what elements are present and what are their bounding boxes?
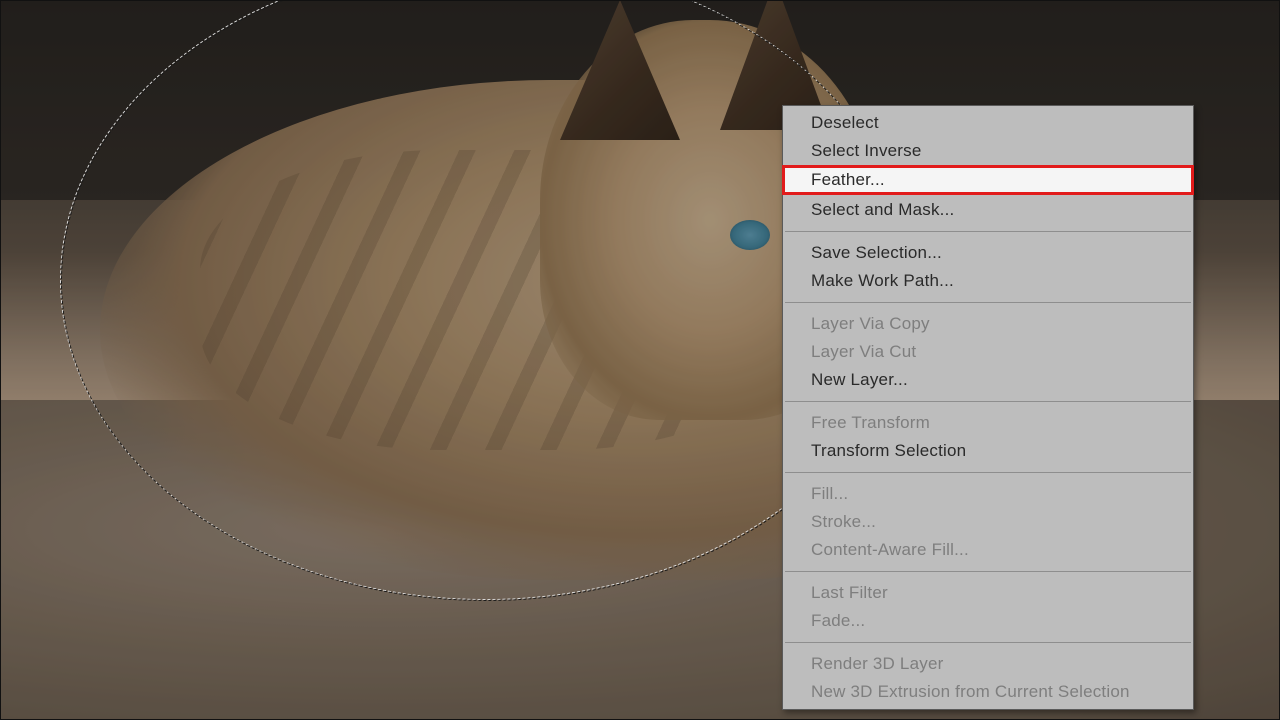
menu-separator <box>785 642 1191 643</box>
menu-item-make-work-path[interactable]: Make Work Path... <box>783 267 1193 298</box>
context-menu: Deselect Select Inverse Feather... Selec… <box>782 105 1194 710</box>
menu-separator <box>785 571 1191 572</box>
menu-item-fade: Fade... <box>783 607 1193 638</box>
image-canvas[interactable]: Deselect Select Inverse Feather... Selec… <box>0 0 1280 720</box>
menu-item-stroke: Stroke... <box>783 508 1193 536</box>
menu-item-content-aware-fill: Content-Aware Fill... <box>783 536 1193 567</box>
menu-item-feather[interactable]: Feather... <box>782 165 1194 195</box>
menu-item-save-selection[interactable]: Save Selection... <box>783 236 1193 267</box>
menu-item-render-3d-layer: Render 3D Layer <box>783 647 1193 678</box>
menu-item-fill: Fill... <box>783 477 1193 508</box>
menu-item-select-inverse[interactable]: Select Inverse <box>783 137 1193 165</box>
menu-separator <box>785 231 1191 232</box>
menu-separator <box>785 401 1191 402</box>
menu-item-free-transform: Free Transform <box>783 406 1193 437</box>
menu-separator <box>785 472 1191 473</box>
menu-item-select-and-mask[interactable]: Select and Mask... <box>783 196 1193 227</box>
menu-item-transform-selection[interactable]: Transform Selection <box>783 437 1193 468</box>
menu-item-new-layer[interactable]: New Layer... <box>783 366 1193 397</box>
menu-item-deselect[interactable]: Deselect <box>783 106 1193 137</box>
menu-item-layer-via-cut: Layer Via Cut <box>783 338 1193 366</box>
menu-item-layer-via-copy: Layer Via Copy <box>783 307 1193 338</box>
menu-item-last-filter: Last Filter <box>783 576 1193 607</box>
menu-item-new-3d-extrusion: New 3D Extrusion from Current Selection <box>783 678 1193 709</box>
menu-separator <box>785 302 1191 303</box>
